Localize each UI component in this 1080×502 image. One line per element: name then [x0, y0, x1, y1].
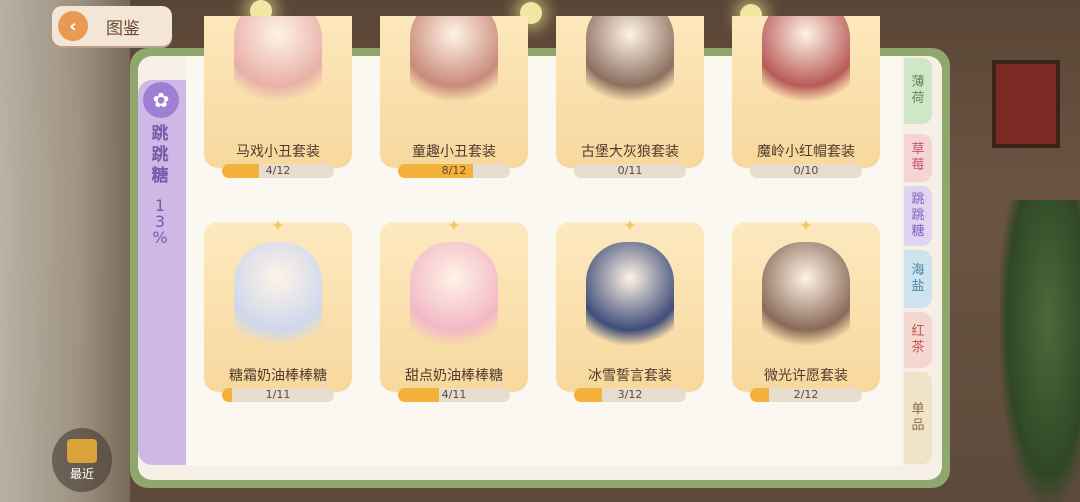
outfit-name: 马戏小丑套装	[236, 144, 320, 160]
progress-count: 0/11	[617, 164, 643, 177]
category-name-char: 跳	[151, 145, 169, 165]
collection-progress-bar: 8/12	[398, 164, 510, 178]
background-picture-frame	[992, 60, 1060, 148]
background-curtain	[0, 0, 130, 502]
collection-card[interactable]: ✦ 甜点奶油棒棒糖 4/11	[380, 216, 528, 412]
collection-progress-bar: 0/11	[574, 164, 686, 178]
collection-progress-bar: 4/12	[222, 164, 334, 178]
progress-count: 3/12	[617, 388, 643, 401]
category-tab-char: 单	[911, 402, 925, 417]
category-tab-char: 红	[911, 324, 925, 339]
chest-icon	[67, 438, 97, 463]
category-progress-percent: 1 3 %	[148, 198, 172, 246]
category-tab-char: 跳	[911, 192, 925, 207]
category-tab[interactable]: 海盐	[904, 250, 932, 308]
collection-progress-bar: 3/12	[574, 388, 686, 402]
category-tab-char: 海	[911, 263, 925, 278]
outfit-name: 微光许愿套装	[764, 368, 848, 384]
progress-count: 1/11	[265, 388, 291, 401]
collection-progress-bar: 2/12	[750, 388, 862, 402]
outfit-name: 古堡大灰狼套装	[581, 144, 679, 160]
percent-char: %	[152, 228, 168, 247]
collection-card[interactable]: 古堡大灰狼套装 0/11	[556, 16, 704, 188]
outfit-name: 魔岭小红帽套装	[757, 144, 855, 160]
category-tab[interactable]: 草莓	[904, 134, 932, 182]
outfit-illustration	[234, 16, 322, 118]
outfit-illustration	[234, 242, 322, 362]
outfit-name: 糖霜奶油棒棒糖	[229, 368, 327, 384]
collection-card[interactable]: ✦ 冰雪誓言套装 3/12	[556, 216, 704, 412]
gear-icon[interactable]: ✿	[143, 82, 179, 118]
category-tab-char: 跳	[911, 208, 925, 223]
collection-card[interactable]: ✦ 微光许愿套装 2/12	[732, 216, 880, 412]
collection-progress-bar: 0/10	[750, 164, 862, 178]
outfit-illustration	[410, 242, 498, 362]
outfit-name: 冰雪誓言套装	[588, 368, 672, 384]
outfit-name: 甜点奶油棒棒糖	[405, 368, 503, 384]
category-tab-char: 糖	[911, 224, 925, 239]
progress-count: 8/12	[441, 164, 467, 177]
category-tab-char: 薄	[911, 75, 925, 90]
outfit-illustration	[762, 16, 850, 118]
category-tab[interactable]: 单品	[904, 372, 932, 464]
progress-count: 4/12	[265, 164, 291, 177]
outfit-illustration	[586, 16, 674, 118]
outfit-name: 童趣小丑套装	[412, 144, 496, 160]
category-tab-char: 荷	[911, 91, 925, 106]
category-name-char: 糖	[151, 166, 169, 186]
background-plant	[1000, 200, 1080, 502]
progress-count: 2/12	[793, 388, 819, 401]
category-name-char: 跳	[151, 124, 169, 144]
sparkle-icon: ✦	[623, 216, 637, 235]
collection-progress-bar: 4/11	[398, 388, 510, 402]
category-tab-char: 莓	[911, 158, 925, 173]
recent-label: 最近	[69, 466, 94, 481]
collection-card[interactable]: 魔岭小红帽套装 0/10	[732, 16, 880, 188]
category-tab-char: 品	[911, 418, 925, 433]
category-tab-char: 茶	[911, 340, 925, 355]
category-tab[interactable]: 红茶	[904, 312, 932, 368]
category-tab[interactable]: 薄荷	[904, 58, 932, 124]
progress-count: 0/10	[793, 164, 819, 177]
page-title: 图鉴	[106, 18, 140, 39]
collection-card[interactable]: 童趣小丑套装 8/12	[380, 16, 528, 188]
sparkle-icon: ✦	[799, 216, 813, 235]
category-name: 跳 跳 糖	[148, 124, 172, 187]
category-tab-char: 盐	[911, 279, 925, 294]
progress-count: 4/11	[441, 388, 467, 401]
back-button[interactable]: ‹ 图鉴	[52, 6, 172, 46]
collection-progress-bar: 1/11	[222, 388, 334, 402]
outfit-illustration	[586, 242, 674, 362]
category-tab-char: 草	[911, 142, 925, 157]
chevron-left-icon: ‹	[58, 11, 88, 41]
outfit-illustration	[762, 242, 850, 362]
collection-card[interactable]: ✦ 糖霜奶油棒棒糖 1/11	[204, 216, 352, 412]
collection-card[interactable]: 马戏小丑套装 4/12	[204, 16, 352, 188]
category-tab[interactable]: 跳跳糖	[904, 186, 932, 246]
outfit-illustration	[410, 16, 498, 118]
recent-button[interactable]: 最近	[52, 428, 112, 492]
sparkle-icon: ✦	[271, 216, 285, 235]
sparkle-icon: ✦	[447, 216, 461, 235]
